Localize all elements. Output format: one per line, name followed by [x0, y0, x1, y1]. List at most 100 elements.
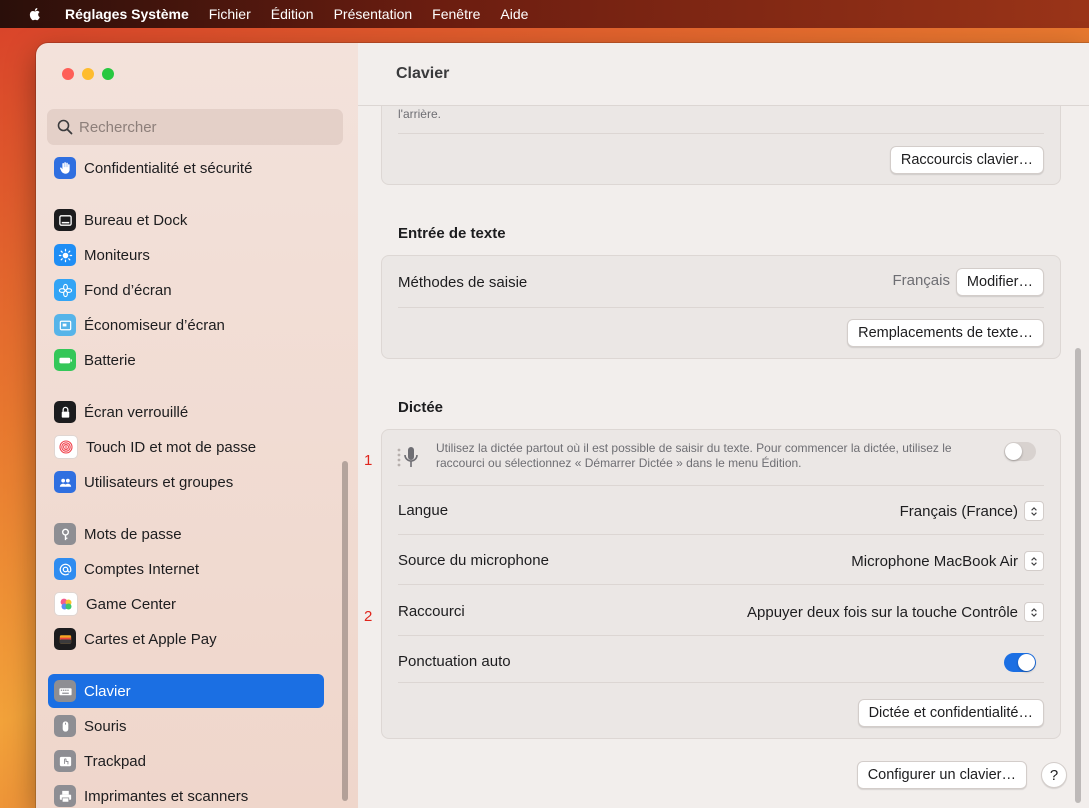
- printer-icon: [54, 785, 76, 807]
- sidebar-item-passwords[interactable]: Mots de passe: [48, 517, 324, 551]
- content-scrollbar[interactable]: [1075, 348, 1081, 803]
- sidebar-item-label: Utilisateurs et groupes: [84, 473, 234, 491]
- sidebar-item-battery[interactable]: Batterie: [48, 343, 324, 377]
- content-pane: Clavier l'arrière. Raccourcis clavier… E…: [358, 43, 1089, 808]
- sidebar-item-printers-scanners[interactable]: Imprimantes et scanners: [48, 779, 324, 808]
- sidebar-item-wallpaper[interactable]: Fond d’écran: [48, 273, 324, 307]
- text-replacements-button[interactable]: Remplacements de texte…: [847, 319, 1044, 347]
- toggle-knob: [1018, 654, 1035, 671]
- content-header: Clavier: [358, 43, 1089, 106]
- menu-app-name[interactable]: Réglages Système: [65, 6, 189, 22]
- menu-bar: Réglages Système Fichier Édition Présent…: [0, 0, 1089, 28]
- settings-window: Rechercher Confidentialité et sécurité B…: [36, 43, 1089, 808]
- menu-fichier[interactable]: Fichier: [209, 6, 251, 22]
- menu-edition[interactable]: Édition: [271, 6, 314, 22]
- minimize-window-button[interactable]: [82, 68, 94, 80]
- sidebar-item-label: Économiseur d’écran: [84, 316, 225, 334]
- row-divider: [398, 133, 1044, 134]
- auto-punctuation-toggle[interactable]: [1004, 653, 1036, 672]
- text-input-group: Méthodes de saisie Français Modifier… Re…: [381, 255, 1061, 359]
- configure-keyboard-button[interactable]: Configurer un clavier…: [856, 761, 1027, 789]
- sidebar-item-touch-id[interactable]: Touch ID et mot de passe: [48, 430, 324, 464]
- sidebar-item-label: Comptes Internet: [84, 560, 200, 578]
- sidebar-item-label: Imprimantes et scanners: [84, 787, 249, 805]
- battery-icon: [54, 349, 76, 371]
- key-icon: [54, 523, 76, 545]
- keyboard-icon: [54, 680, 76, 702]
- menu-aide[interactable]: Aide: [500, 6, 528, 22]
- sidebar-item-label: Écran verrouillé: [84, 403, 189, 421]
- sidebar-item-lock-screen[interactable]: Écran verrouillé: [48, 395, 324, 429]
- sidebar-item-displays[interactable]: Moniteurs: [48, 238, 324, 272]
- language-value: Français (France): [899, 502, 1018, 520]
- users-icon: [54, 471, 76, 493]
- sidebar-item-desktop-dock[interactable]: Bureau et Dock: [48, 203, 324, 237]
- sidebar-item-trackpad[interactable]: Trackpad: [48, 744, 324, 778]
- sidebar-item-users-groups[interactable]: Utilisateurs et groupes: [48, 465, 324, 499]
- dictation-group: Utilisez la dictée partout où il est pos…: [381, 429, 1061, 739]
- menu-presentation[interactable]: Présentation: [334, 6, 413, 22]
- trackpad-icon: [54, 750, 76, 772]
- sun-icon: [54, 244, 76, 266]
- lock-icon: [54, 401, 76, 423]
- sidebar-item-label: Trackpad: [84, 752, 146, 770]
- sidebar-item-wallet-apple-pay[interactable]: Cartes et Apple Pay: [48, 622, 324, 656]
- mic-source-value: Microphone MacBook Air: [851, 552, 1018, 570]
- chevron-updown-icon: [1024, 551, 1044, 571]
- sidebar-item-label: Confidentialité et sécurité: [84, 159, 253, 177]
- sidebar-item-label: Game Center: [86, 595, 177, 613]
- row-divider: [398, 682, 1044, 683]
- mouse-icon: [54, 715, 76, 737]
- language-popup[interactable]: Français (France): [900, 501, 1044, 521]
- sidebar-item-screensaver[interactable]: Économiseur d’écran: [48, 308, 324, 342]
- text-input-section-title: Entrée de texte: [398, 225, 506, 242]
- menu-fenetre[interactable]: Fenêtre: [432, 6, 480, 22]
- at-icon: [54, 558, 76, 580]
- truncated-description: l'arrière.: [398, 107, 441, 121]
- wallet-icon: [54, 628, 76, 650]
- sidebar-item-label: Souris: [84, 717, 127, 735]
- sidebar-item-privacy[interactable]: Confidentialité et sécurité: [48, 151, 324, 185]
- flower-icon: [54, 279, 76, 301]
- row-divider: [398, 635, 1044, 636]
- sidebar: Rechercher Confidentialité et sécurité B…: [36, 43, 359, 808]
- dictation-section-title: Dictée: [398, 399, 444, 416]
- sidebar-item-label: Mots de passe: [84, 525, 182, 543]
- keyboard-shortcuts-button[interactable]: Raccourcis clavier…: [889, 146, 1044, 174]
- window-controls: [62, 68, 114, 80]
- dictation-toggle[interactable]: [1004, 442, 1036, 461]
- sidebar-scrollbar[interactable]: [342, 461, 348, 801]
- screensaver-icon: [54, 314, 76, 336]
- sidebar-item-internet-accounts[interactable]: Comptes Internet: [48, 552, 324, 586]
- chevron-updown-icon: [1024, 501, 1044, 521]
- sidebar-item-label: Fond d’écran: [84, 281, 172, 299]
- mic-source-popup[interactable]: Microphone MacBook Air: [851, 551, 1044, 571]
- search-input[interactable]: Rechercher: [47, 109, 343, 145]
- fingerprint-icon: [54, 435, 78, 459]
- page-title: Clavier: [396, 65, 450, 82]
- sidebar-item-label: Bureau et Dock: [84, 211, 188, 229]
- sidebar-item-mouse[interactable]: Souris: [48, 709, 324, 743]
- modify-input-methods-button[interactable]: Modifier…: [955, 268, 1044, 296]
- zoom-window-button[interactable]: [102, 68, 114, 80]
- hand-icon: [54, 157, 76, 179]
- row-divider: [398, 584, 1044, 585]
- shortcut-popup[interactable]: Appuyer deux fois sur la touche Contrôle: [747, 602, 1044, 622]
- microphone-icon: [397, 447, 418, 467]
- sidebar-item-label: Cartes et Apple Pay: [84, 630, 217, 648]
- row-divider: [398, 485, 1044, 486]
- search-icon: [57, 119, 73, 135]
- close-window-button[interactable]: [62, 68, 74, 80]
- apple-logo-icon[interactable]: [27, 6, 43, 22]
- chevron-updown-icon: [1024, 602, 1044, 622]
- dictation-description: Utilisez la dictée partout où il est pos…: [436, 441, 952, 470]
- game-center-icon: [54, 592, 78, 616]
- sidebar-item-keyboard[interactable]: Clavier: [48, 674, 324, 708]
- toggle-knob: [1005, 443, 1022, 460]
- dictation-privacy-button[interactable]: Dictée et confidentialité…: [857, 699, 1044, 727]
- search-placeholder: Rechercher: [79, 118, 157, 136]
- annotation-marker-2: 2: [364, 608, 373, 625]
- shortcut-value: Appuyer deux fois sur la touche Contrôle: [747, 603, 1018, 621]
- help-button[interactable]: ?: [1041, 762, 1067, 788]
- sidebar-item-game-center[interactable]: Game Center: [48, 587, 324, 621]
